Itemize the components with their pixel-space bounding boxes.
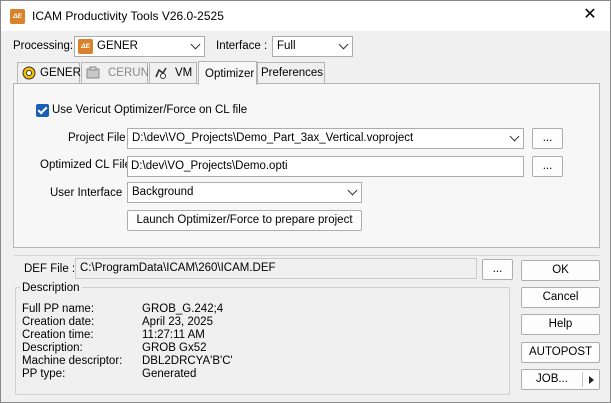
help-button[interactable]: Help (521, 314, 600, 335)
tab-cerun[interactable]: CERUN (81, 62, 149, 83)
project-file-browse-button[interactable]: ... (532, 128, 563, 149)
tab-gener[interactable]: GENER (17, 62, 81, 83)
split-divider (582, 372, 583, 387)
interface-value: Full (277, 40, 296, 52)
optimized-cl-label: Optimized CL File (40, 159, 131, 171)
desc-value: April 23, 2025 (142, 316, 213, 328)
interface-select[interactable]: Full (272, 36, 353, 57)
desc-value: GROB Gx52 (142, 342, 207, 354)
interface-label: Interface : (216, 40, 268, 52)
cerun-tab-icon (86, 66, 100, 79)
use-vericut-label: Use Vericut Optimizer/Force on CL file (52, 104, 248, 116)
user-interface-label: User Interface (50, 187, 123, 199)
processing-label: Processing: (13, 40, 74, 52)
tab-label: GENER (40, 67, 81, 79)
project-file-select[interactable]: D:\dev\VO_Projects\Demo_Part_3ax_Vertica… (127, 128, 524, 149)
desc-key: Description: (22, 342, 83, 354)
launch-optimizer-button[interactable]: Launch Optimizer/Force to prepare projec… (127, 210, 362, 231)
user-interface-value: Background (132, 186, 194, 198)
tab-label: CERUN (108, 67, 149, 79)
tab-optimizer[interactable]: Optimizer (198, 61, 257, 85)
def-file-label: DEF File : (24, 263, 76, 275)
def-file-browse-button[interactable]: ... (482, 259, 513, 280)
tab-label: VM (175, 67, 193, 79)
job-button[interactable]: JOB... (521, 369, 600, 390)
project-file-label: Project File (68, 132, 126, 144)
desc-key: Machine descriptor: (22, 355, 123, 367)
optimized-cl-browse-button[interactable]: ... (532, 156, 563, 177)
main-window: ΔE ICAM Productivity Tools V26.0-2525 ✕ … (0, 0, 611, 403)
tab-label: Optimizer (205, 68, 255, 80)
chevron-down-icon (509, 131, 520, 142)
chevron-down-icon (338, 39, 349, 50)
cancel-button[interactable]: Cancel (521, 287, 600, 308)
processing-select[interactable]: ΔE GENER (74, 36, 205, 57)
desc-key: PP type: (22, 368, 66, 380)
vm-tab-icon (155, 67, 167, 79)
desc-value: DBL2DRCYA'B'C' (142, 355, 233, 367)
processing-value: GENER (97, 40, 138, 52)
chevron-down-icon (190, 39, 201, 50)
desc-key: Creation time: (22, 329, 94, 341)
optimized-cl-value: D:\dev\VO_Projects\Demo.opti (131, 160, 288, 172)
triangle-right-icon[interactable] (589, 376, 594, 384)
use-vericut-checkbox[interactable] (36, 104, 49, 117)
ok-button[interactable]: OK (521, 260, 600, 281)
icam-app-icon: ΔE (10, 9, 25, 24)
close-icon[interactable]: ✕ (580, 5, 600, 25)
desc-key: Creation date: (22, 316, 95, 328)
optimizer-panel: Use Vericut Optimizer/Force on CL file P… (13, 83, 600, 248)
def-file-input[interactable]: C:\ProgramData\ICAM\260\ICAM.DEF (75, 258, 477, 279)
tab-preferences[interactable]: Preferences (257, 62, 325, 83)
description-title: Description (20, 282, 82, 294)
window-title: ICAM Productivity Tools V26.0-2525 (32, 9, 224, 23)
desc-value: Generated (142, 368, 197, 380)
optimized-cl-input[interactable]: D:\dev\VO_Projects\Demo.opti (127, 156, 524, 177)
gener-icon: ΔE (78, 39, 93, 54)
desc-value: GROB_G.242;4 (142, 303, 224, 315)
chevron-down-icon (347, 185, 358, 196)
autopost-button[interactable]: AUTOPOST (521, 342, 600, 363)
desc-value: 11:27:11 AM (142, 329, 205, 341)
user-interface-select[interactable]: Background (127, 182, 362, 203)
tab-label: Preferences (261, 67, 324, 79)
divider (14, 255, 599, 256)
gener-tab-icon (22, 66, 36, 80)
tab-vm[interactable]: VM (149, 62, 197, 83)
desc-key: Full PP name: (22, 303, 95, 315)
title-bar: ΔE ICAM Productivity Tools V26.0-2525 ✕ (1, 1, 610, 31)
def-file-value: C:\ProgramData\ICAM\260\ICAM.DEF (80, 262, 276, 274)
project-file-value: D:\dev\VO_Projects\Demo_Part_3ax_Vertica… (132, 132, 414, 144)
